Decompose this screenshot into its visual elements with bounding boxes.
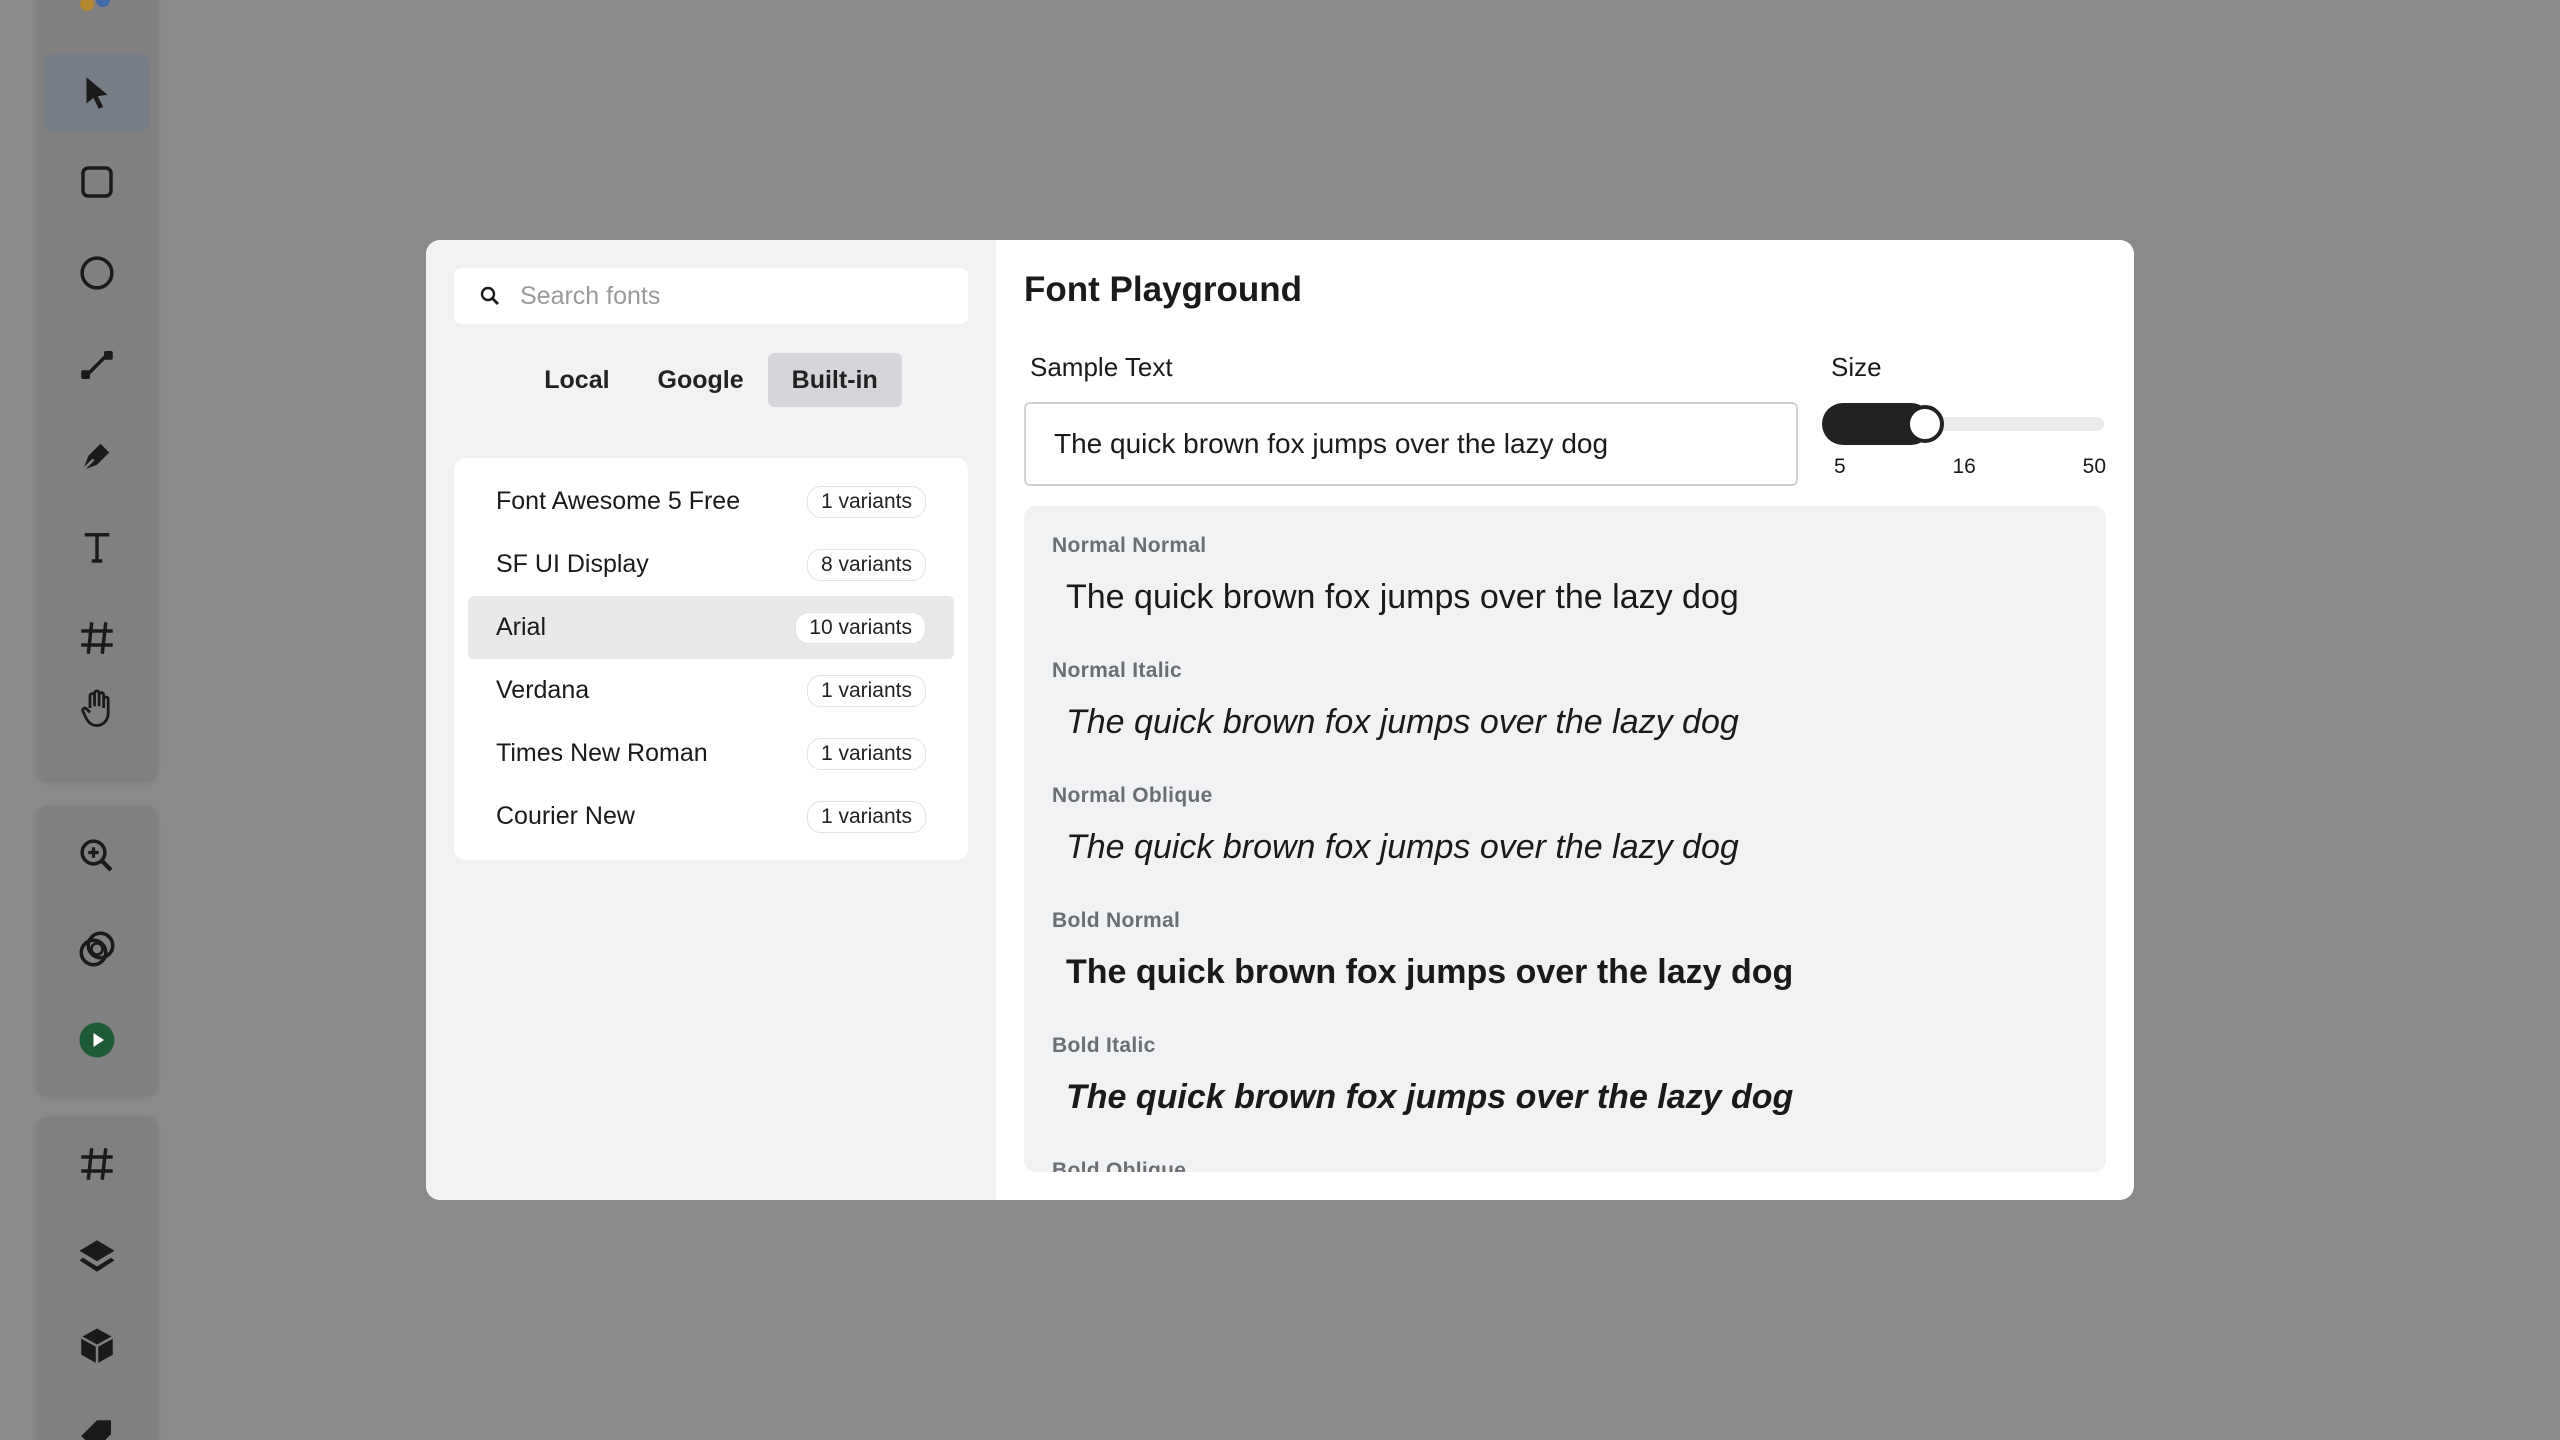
variant-count-badge: 1 variants: [806, 674, 926, 707]
tab-google[interactable]: Google: [634, 353, 768, 407]
variant-sample-text: The quick brown fox jumps over the lazy …: [1066, 578, 1739, 616]
view-tools-panel: [37, 806, 157, 1094]
font-list-item[interactable]: Times New Roman 1 variants: [468, 722, 954, 785]
variant-label: Bold Italic: [1052, 1034, 1156, 1057]
font-list: Font Awesome 5 Free 1 variants SF UI Displ…: [454, 458, 968, 860]
font-browser: LocalGoogleBuilt-in Font Awesome 5 Free 1…: [426, 240, 996, 1200]
font-name: Font Awesome 5 Free: [496, 487, 741, 515]
box-icon: [80, 1328, 114, 1364]
variant-label: Bold Normal: [1052, 909, 1181, 932]
size-label: Size: [1831, 352, 1882, 382]
rectangle-tool-button[interactable]: [44, 143, 150, 221]
search-field[interactable]: [454, 268, 968, 324]
line-icon: [81, 351, 113, 379]
variant-preview: Normal Normal The quick brown fox jumps o…: [1052, 534, 2078, 659]
grid-button[interactable]: [44, 1125, 150, 1203]
tools-panel: [37, 0, 157, 780]
rectangle-icon: [81, 166, 113, 198]
variant-preview: Bold ObliqueThe quick brown fox jumps ov…: [1052, 1159, 2078, 1172]
line-tool-button[interactable]: [44, 326, 150, 404]
slider-tick-label: 50: [2082, 455, 2106, 478]
sample-text-input[interactable]: [1024, 402, 1798, 486]
hand-icon: [81, 689, 110, 727]
variant-count-badge: 10 variants: [795, 611, 926, 644]
search-icon: [480, 286, 499, 305]
text-icon: [84, 533, 110, 563]
font-playground: Font Playground Sample Text Size 5 16 50 N…: [996, 240, 2134, 1200]
pointer-tool-button[interactable]: [44, 54, 150, 132]
font-list-item[interactable]: Verdana 1 variants: [468, 659, 954, 722]
variant-sample-text: The quick brown fox jumps over the lazy …: [1066, 953, 1794, 991]
page-title: Font Playground: [1024, 270, 1303, 309]
ellipse-icon: [80, 256, 114, 290]
tab-built-in[interactable]: Built-in: [767, 353, 902, 407]
font-list-item[interactable]: Arial 10 variants: [468, 596, 954, 659]
search-input[interactable]: [520, 281, 960, 311]
ellipse-tool-button[interactable]: [44, 234, 150, 312]
variant-preview: Bold Normal The quick brown fox jumps ove…: [1052, 909, 2078, 1034]
font-list-item[interactable]: Font Awesome 5 Free 1 variants: [468, 470, 954, 533]
frame-icon: [81, 622, 113, 654]
hand-tool-button[interactable]: [44, 669, 150, 747]
variant-label: Normal Oblique: [1052, 784, 1213, 807]
variant-sample-text: The quick brown fox jumps over the lazy …: [1066, 703, 1739, 741]
components-button[interactable]: [44, 1307, 150, 1385]
size-slider[interactable]: [1822, 403, 2104, 445]
overlap-tool-button[interactable]: [44, 910, 150, 988]
variant-preview: Normal Italic The quick brown fox jumps o…: [1052, 659, 2078, 784]
pen-tool-button[interactable]: [44, 417, 150, 495]
play-icon: [79, 1022, 115, 1058]
variant-count-badge: 1 variants: [806, 800, 926, 833]
font-name: Arial: [496, 613, 547, 641]
variant-count-badge: 1 variants: [806, 737, 926, 770]
tab-local[interactable]: Local: [520, 353, 633, 407]
variant-count-badge: 1 variants: [806, 485, 926, 518]
variant-sample-text: The quick brown fox jumps over the lazy …: [1066, 828, 1739, 866]
text-tool-button[interactable]: [44, 508, 150, 586]
variant-preview: Normal Oblique The quick brown fox jumps …: [1052, 784, 2078, 909]
variant-preview-list: Normal Normal The quick brown fox jumps o…: [1024, 506, 2106, 1172]
slider-tick-label: 16: [1952, 455, 1976, 478]
slider-thumb[interactable]: [1906, 405, 1944, 443]
panels-panel: [37, 1117, 157, 1440]
zoom-tool-button[interactable]: [44, 817, 150, 895]
play-button[interactable]: [44, 1001, 150, 1079]
frame-tool-button[interactable]: [44, 599, 150, 677]
font-list-item[interactable]: SF UI Display 8 variants: [468, 533, 954, 596]
overlap-icon: [79, 931, 115, 967]
hash-icon: [81, 1148, 113, 1180]
variant-preview: Bold Italic The quick brown fox jumps ove…: [1052, 1034, 2078, 1159]
pointer-icon: [86, 77, 108, 109]
slider-tick-label: 5: [1834, 455, 1846, 478]
variant-sample-text: The quick brown fox jumps over the lazy …: [1066, 1078, 1794, 1116]
font-source-tabs: Local Google Built-in: [426, 353, 996, 407]
layers-icon: [79, 1240, 115, 1272]
font-dialog: LocalGoogleBuilt-in Font Awesome 5 Free 1…: [426, 240, 2134, 1200]
variant-label: Normal Italic: [1052, 659, 1182, 682]
app-logo: [77, 0, 117, 31]
pen-icon: [82, 443, 110, 471]
variant-label: Bold Oblique: [1052, 1159, 1187, 1172]
font-name: Times New Roman: [496, 739, 708, 767]
tags-button[interactable]: [44, 1397, 150, 1440]
tag-icon: [81, 1420, 111, 1440]
slider-ticks: 5 16 50: [1826, 455, 2106, 479]
zoom-icon: [80, 839, 113, 872]
font-name: Verdana: [496, 676, 590, 704]
variant-label: Normal Normal: [1052, 534, 1207, 557]
sample-text-label: Sample Text: [1030, 352, 1173, 382]
font-name: SF UI Display: [496, 550, 649, 578]
variant-count-badge: 8 variants: [806, 548, 926, 581]
font-list-item[interactable]: Courier New 1 variants: [468, 785, 954, 848]
font-name: Courier New: [496, 802, 635, 830]
layers-button[interactable]: [44, 1217, 150, 1295]
